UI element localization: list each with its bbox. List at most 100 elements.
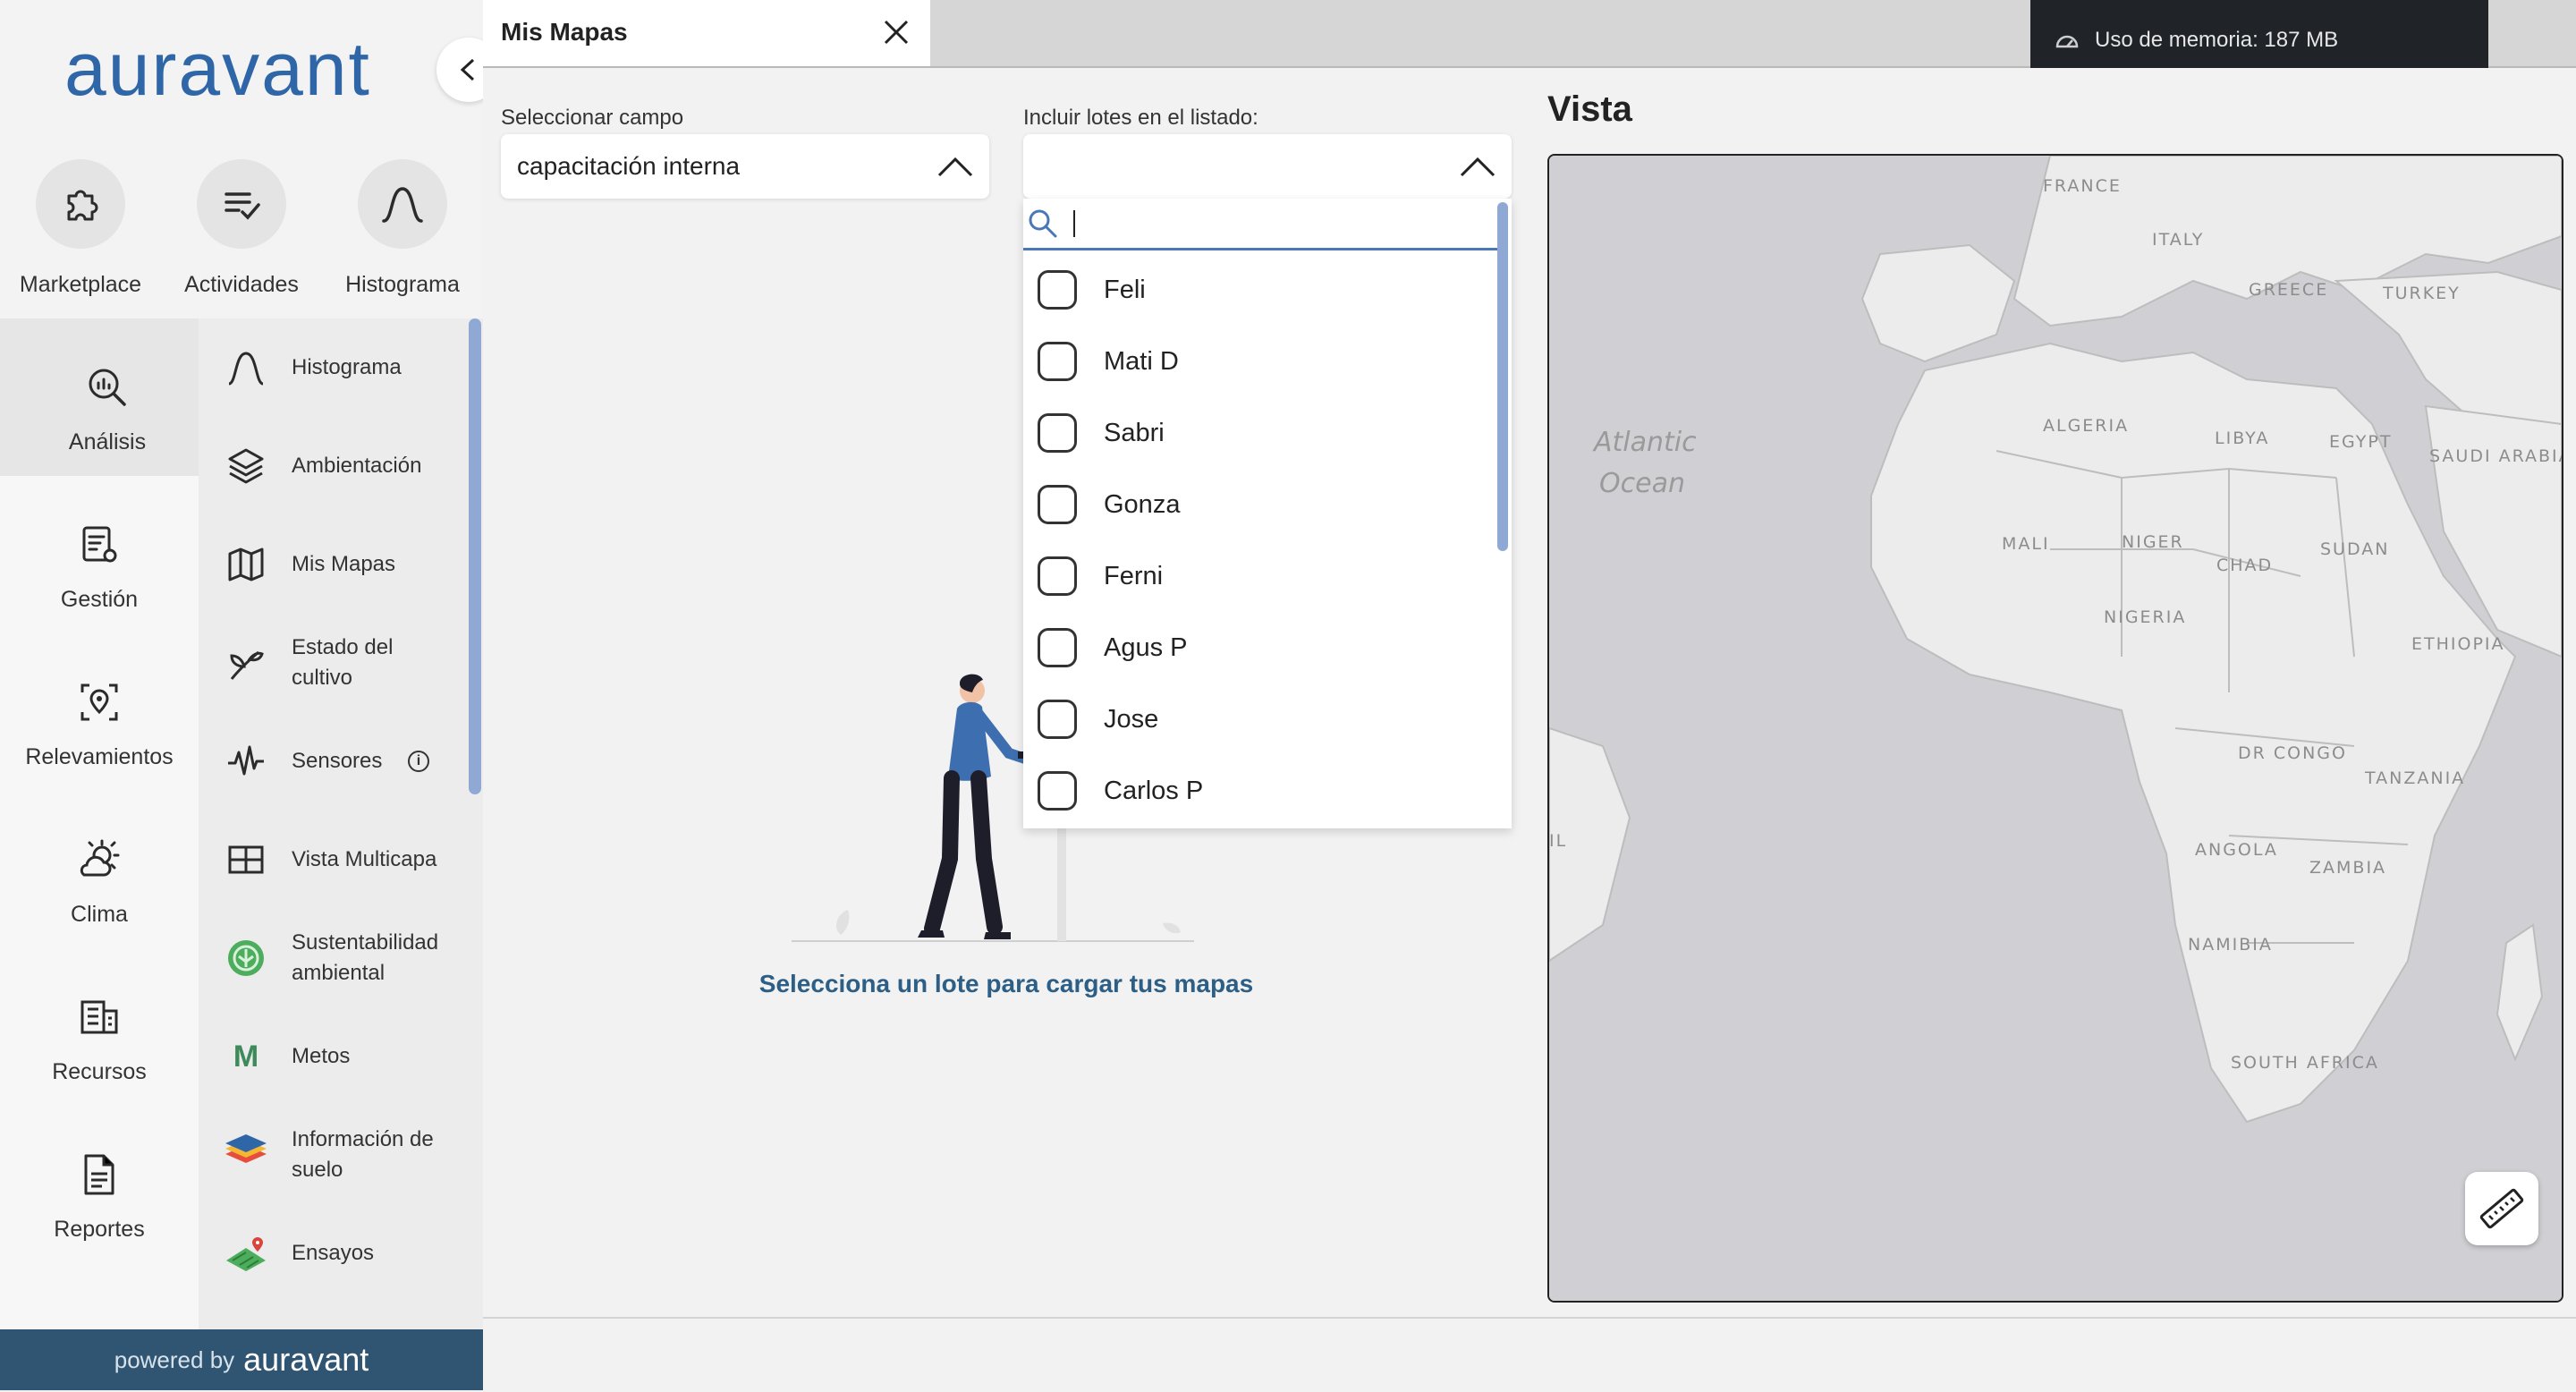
map-label-country: NIGER	[2122, 532, 2184, 552]
lots-search-field[interactable]	[1023, 199, 1497, 250]
map-label-country: NAMIBIA	[2188, 935, 2273, 955]
close-icon[interactable]	[880, 16, 912, 48]
checkbox[interactable]	[1038, 556, 1077, 596]
map-label-country: LIBYA	[2215, 429, 2269, 448]
submenu-item-sustentabilidad[interactable]: Sustentabilidad ambiental	[222, 909, 454, 1007]
empty-state-message: Selecciona un lote para cargar tus mapas	[758, 970, 1254, 997]
metos-logo-icon: M	[222, 1032, 270, 1081]
powered-prefix: powered by	[114, 1345, 235, 1373]
submenu-item-vista-multicapa[interactable]: Vista Multicapa	[222, 811, 454, 909]
map-label-country: EGYPT	[2329, 432, 2392, 452]
chevron-left-icon	[460, 58, 475, 81]
pulse-icon	[222, 737, 270, 785]
quick-action-marketplace[interactable]: Marketplace	[0, 159, 161, 298]
map-label-country: ANGOLA	[2195, 840, 2278, 860]
checkbox[interactable]	[1038, 270, 1077, 310]
checkbox[interactable]	[1038, 700, 1077, 739]
submenu-item-label: Información de suelo	[292, 1127, 434, 1182]
weather-icon	[0, 791, 199, 889]
map-view[interactable]: Atlantic Ocean FRANCE ITALY GREECE TURKE…	[1547, 154, 2563, 1303]
checkbox[interactable]	[1038, 485, 1077, 524]
map-label-country: TANZANIA	[2364, 768, 2465, 788]
quick-action-actividades[interactable]: Actividades	[161, 159, 322, 298]
ruler-icon	[2479, 1188, 2524, 1229]
lots-select[interactable]	[1023, 134, 1512, 199]
lot-option-agus-p[interactable]: Agus P	[1038, 612, 1188, 683]
map-label-ocean-1: Atlantic	[1592, 427, 1697, 458]
submenu-item-ensayos[interactable]: Ensayos	[222, 1204, 454, 1303]
category-clima[interactable]: Clima	[0, 791, 199, 948]
metos-letter: M	[233, 1039, 259, 1074]
submenu-item-label: Ambientación	[292, 454, 422, 478]
svg-text:auravant: auravant	[64, 32, 371, 111]
map-label-country: ALGERIA	[2043, 416, 2129, 436]
submenu-item-label: Estado del cultivo	[292, 635, 394, 690]
category-label: Relevamientos	[25, 744, 174, 769]
map-label-country: NIGERIA	[2104, 607, 2186, 627]
category-relevamientos[interactable]: Relevamientos	[0, 633, 199, 791]
quick-action-histograma[interactable]: Histograma	[322, 159, 483, 298]
map-label-country: ITALY	[2152, 230, 2204, 250]
lot-option-sabri[interactable]: Sabri	[1038, 397, 1165, 469]
submenu-item-label: Vista Multicapa	[292, 847, 437, 871]
category-label: Gestión	[60, 587, 139, 612]
category-reportes[interactable]: Reportes	[0, 1106, 199, 1263]
quick-action-label: Histograma	[345, 272, 460, 297]
map-label-country: IL	[1549, 831, 1567, 851]
category-analisis[interactable]: Análisis	[0, 318, 199, 476]
tab-title: Mis Mapas	[501, 18, 628, 46]
submenu-item-sensores[interactable]: Sensores i	[222, 712, 454, 811]
histogram-curve-icon	[358, 159, 447, 249]
checkbox[interactable]	[1038, 342, 1077, 381]
submenu-item-informacion-de-suelo[interactable]: Información de suelo	[222, 1106, 454, 1204]
map-icon	[222, 540, 270, 589]
info-icon[interactable]: i	[408, 751, 429, 772]
submenu-item-estado-del-cultivo[interactable]: Estado del cultivo	[222, 614, 454, 712]
submenu-item-mis-mapas[interactable]: Mis Mapas	[222, 515, 454, 614]
map-label-country: FRANCE	[2043, 176, 2122, 196]
analysis-search-icon	[16, 318, 199, 417]
layers-icon	[222, 442, 270, 490]
lot-option-gonza[interactable]: Gonza	[1038, 469, 1180, 540]
powered-by-footer: powered by auravant	[0, 1329, 483, 1390]
crop-leaf-icon	[222, 639, 270, 687]
lot-option-label: Agus P	[1104, 632, 1188, 662]
lot-option-label: Sabri	[1104, 418, 1165, 447]
text-caret	[1073, 209, 1075, 237]
checkbox[interactable]	[1038, 771, 1077, 811]
lot-option-jose[interactable]: Jose	[1038, 683, 1158, 755]
lot-option-feli[interactable]: Feli	[1038, 254, 1146, 326]
checkbox[interactable]	[1038, 413, 1077, 453]
lots-dropdown-list: Feli Mati D Sabri Gonza Ferni Agus P Jos…	[1023, 199, 1512, 828]
measure-ruler-button[interactable]	[2465, 1172, 2538, 1245]
map-label-country: SOUTH AFRICA	[2231, 1053, 2379, 1073]
lot-option-mati-d[interactable]: Mati D	[1038, 326, 1179, 397]
category-recursos[interactable]: Recursos	[0, 948, 199, 1106]
submenu-item-ambientacion[interactable]: Ambientación	[222, 417, 454, 515]
submenu-item-metos[interactable]: M Metos	[222, 1007, 454, 1106]
auravant-logo[interactable]: auravant	[64, 27, 422, 113]
checklist-icon	[197, 159, 286, 249]
lot-option-label: Jose	[1104, 704, 1159, 734]
lot-option-label: Carlos P	[1104, 776, 1204, 805]
map-label-country: TURKEY	[2382, 284, 2461, 303]
checkbox[interactable]	[1038, 628, 1077, 667]
management-settings-icon	[0, 476, 199, 574]
soil-layers-icon	[222, 1131, 270, 1179]
report-document-icon	[0, 1106, 199, 1204]
category-label: Clima	[71, 902, 128, 927]
category-gestion[interactable]: Gestión	[0, 476, 199, 633]
lot-option-carlos-p[interactable]: Carlos P	[1038, 755, 1203, 827]
category-label: Recursos	[52, 1059, 147, 1084]
lot-option-label: Mati D	[1104, 346, 1179, 376]
quick-action-label: Actividades	[184, 272, 299, 297]
field-select[interactable]: capacitación interna	[501, 134, 989, 199]
submenu-item-label: Sensores	[292, 749, 383, 773]
dropdown-scrollbar[interactable]	[1497, 202, 1508, 551]
lot-option-ferni[interactable]: Ferni	[1038, 540, 1163, 612]
submenu-scrollbar[interactable]	[469, 318, 481, 794]
submenu-item-histograma[interactable]: Histograma	[222, 318, 454, 417]
field-select-label: Seleccionar campo	[501, 106, 684, 130]
chevron-up-icon	[937, 157, 973, 177]
speedometer-icon	[2055, 35, 2079, 48]
